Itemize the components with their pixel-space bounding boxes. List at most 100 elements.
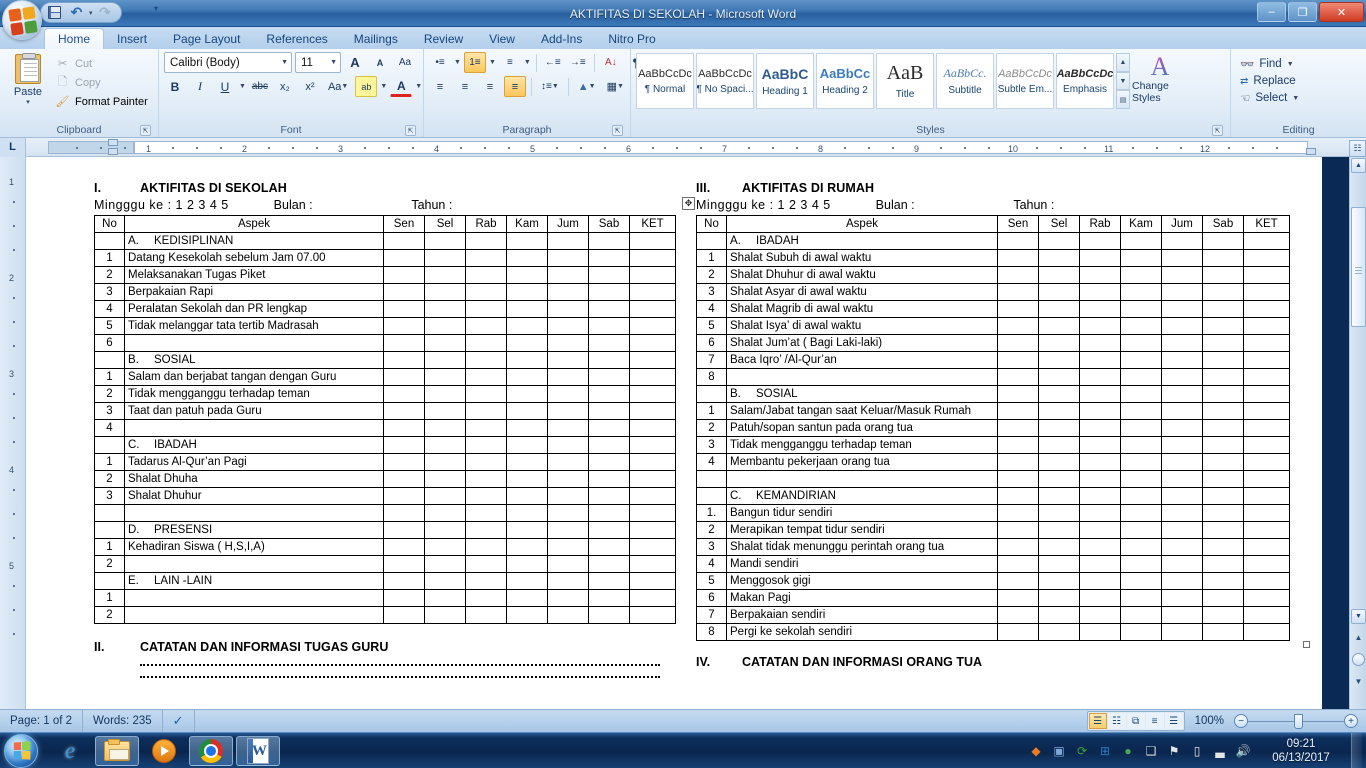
view-full-screen-reading[interactable]: ☷ xyxy=(1107,713,1126,729)
underline-dropdown-icon[interactable]: ▼ xyxy=(239,83,246,90)
cell-day[interactable] xyxy=(506,453,548,471)
cell-day[interactable] xyxy=(1079,266,1121,284)
cell-day[interactable] xyxy=(1120,402,1162,420)
cell-ket[interactable] xyxy=(629,555,676,573)
cell-day[interactable] xyxy=(506,385,548,403)
cell-day[interactable] xyxy=(588,589,630,607)
sync-icon[interactable]: ⟳ xyxy=(1074,743,1090,759)
cell-day[interactable] xyxy=(383,572,425,590)
scroll-thumb[interactable] xyxy=(1351,207,1366,327)
cell-day[interactable] xyxy=(1079,300,1121,318)
cell-no[interactable]: 6 xyxy=(94,334,125,352)
table-row[interactable]: 4 Mandi sendiri xyxy=(696,555,1290,573)
cell-day[interactable] xyxy=(1038,487,1080,505)
cell-day[interactable] xyxy=(547,317,589,335)
word-count[interactable]: Words: 235 xyxy=(83,709,163,733)
cell-day[interactable] xyxy=(997,351,1039,369)
format-painter-button[interactable]: 🖌 Format Painter xyxy=(51,93,152,110)
cell-day[interactable] xyxy=(1161,266,1203,284)
cell-no[interactable]: 4 xyxy=(696,555,727,573)
cell-day[interactable] xyxy=(506,300,548,318)
cell-day[interactable] xyxy=(465,419,507,437)
cell-day[interactable] xyxy=(424,351,466,369)
cell-day[interactable] xyxy=(1079,538,1121,556)
cell-day[interactable] xyxy=(424,572,466,590)
cell-day[interactable] xyxy=(465,283,507,301)
cell-day[interactable] xyxy=(588,385,630,403)
cell-day[interactable] xyxy=(588,504,630,522)
cell-day[interactable] xyxy=(465,266,507,284)
cell-day[interactable] xyxy=(383,266,425,284)
cell-day[interactable] xyxy=(383,453,425,471)
table-row[interactable]: 5 Tidak melanggar tata tertib Madrasah xyxy=(94,317,676,335)
cell-day[interactable] xyxy=(424,283,466,301)
table-row[interactable]: A. IBADAH xyxy=(696,232,1290,250)
cell-day[interactable] xyxy=(1161,538,1203,556)
cell-ket[interactable] xyxy=(1243,589,1290,607)
cell-group-heading[interactable]: B. SOSIAL xyxy=(124,351,384,369)
cell-ket[interactable] xyxy=(629,521,676,539)
cell-day[interactable] xyxy=(506,436,548,454)
style-heading-1[interactable]: AaBbC Heading 1 xyxy=(756,53,814,109)
document-scroll-area[interactable]: I. AKTIFITAS DI SEKOLAH Mingggu ke : 1 2… xyxy=(26,157,1322,709)
cell-day[interactable] xyxy=(1202,232,1244,250)
cell-group-heading[interactable]: E. LAIN -LAIN xyxy=(124,572,384,590)
cell-aspek[interactable]: Pergi ke sekolah sendiri xyxy=(726,623,998,641)
multilevel-list-button[interactable]: ≡ xyxy=(499,52,521,73)
cell-day[interactable] xyxy=(997,521,1039,539)
table-row[interactable]: D. PRESENSI xyxy=(94,521,676,539)
right-indent-marker[interactable] xyxy=(1306,147,1316,155)
cell-day[interactable] xyxy=(506,402,548,420)
cell-day[interactable] xyxy=(424,504,466,522)
cell-ket[interactable] xyxy=(1243,402,1290,420)
cell-day[interactable] xyxy=(1038,351,1080,369)
cell-day[interactable] xyxy=(1079,351,1121,369)
cell-ket[interactable] xyxy=(1243,623,1290,641)
cell-day[interactable] xyxy=(383,402,425,420)
cell-day[interactable] xyxy=(1079,589,1121,607)
table-row[interactable] xyxy=(696,470,1290,488)
cell-aspek[interactable]: Mandi sendiri xyxy=(726,555,998,573)
scroll-up-button[interactable]: ▲ xyxy=(1351,158,1366,173)
cell-ket[interactable] xyxy=(629,283,676,301)
cell-day[interactable] xyxy=(1079,368,1121,386)
taskbar-microsoft-word[interactable] xyxy=(236,735,280,766)
decrease-indent-button[interactable]: ←≡ xyxy=(542,52,564,73)
cell-day[interactable] xyxy=(506,589,548,607)
cell-day[interactable] xyxy=(1120,589,1162,607)
cell-day[interactable] xyxy=(383,521,425,539)
cell-day[interactable] xyxy=(1079,504,1121,522)
cell-day[interactable] xyxy=(465,606,507,624)
cell-aspek[interactable]: Datang Kesekolah sebelum Jam 07.00 xyxy=(124,249,384,267)
cell-no[interactable] xyxy=(696,487,727,505)
cell-day[interactable] xyxy=(1202,249,1244,267)
cell-day[interactable] xyxy=(465,368,507,386)
cell-no[interactable]: 8 xyxy=(696,623,727,641)
cell-day[interactable] xyxy=(547,606,589,624)
network-signal-icon[interactable]: ▃ xyxy=(1212,743,1228,759)
cell-day[interactable] xyxy=(997,504,1039,522)
superscript-button[interactable]: x² xyxy=(299,76,321,97)
replace-button[interactable]: ⇄ Replace xyxy=(1236,73,1300,89)
cell-day[interactable] xyxy=(1079,470,1121,488)
find-button[interactable]: 👓 Find ▼ xyxy=(1236,55,1298,73)
cell-day[interactable] xyxy=(1038,368,1080,386)
shading-button[interactable]: ▲ ▼ xyxy=(574,76,600,97)
cell-day[interactable] xyxy=(1120,453,1162,471)
cell-day[interactable] xyxy=(465,555,507,573)
cell-day[interactable] xyxy=(383,368,425,386)
cell-day[interactable] xyxy=(588,521,630,539)
table-row[interactable]: 6 xyxy=(94,334,676,352)
cell-day[interactable] xyxy=(1161,300,1203,318)
cell-ket[interactable] xyxy=(629,232,676,250)
cut-button[interactable]: ✂ Cut xyxy=(51,55,152,72)
cell-day[interactable] xyxy=(1161,487,1203,505)
cell-day[interactable] xyxy=(1202,555,1244,573)
cell-no[interactable] xyxy=(696,232,727,250)
cell-ket[interactable] xyxy=(629,436,676,454)
cell-aspek[interactable]: Tidak mengganggu terhadap teman xyxy=(124,385,384,403)
cell-day[interactable] xyxy=(1120,283,1162,301)
justify-button[interactable]: ≡ xyxy=(504,76,526,97)
cell-ket[interactable] xyxy=(1243,487,1290,505)
style-emphasis[interactable]: AaBbCcDc Emphasis xyxy=(1056,53,1114,109)
